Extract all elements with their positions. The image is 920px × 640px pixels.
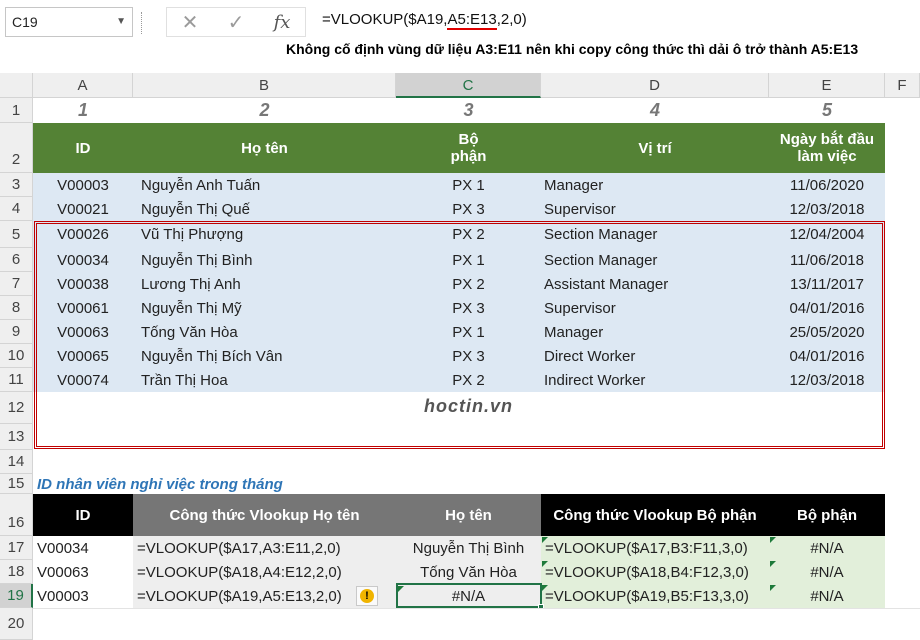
row-header-6[interactable]: 6 <box>0 248 33 272</box>
lookup-header-formula-dept[interactable]: Công thức Vlookup Bộ phận <box>541 494 769 536</box>
formula-range-highlight: A5:E13 <box>447 11 497 30</box>
lookup-header-name[interactable]: Họ tên <box>396 494 541 536</box>
header-dept[interactable]: Bộ phận <box>396 123 541 173</box>
row-header-7[interactable]: 7 <box>0 272 33 296</box>
col-header-f[interactable]: F <box>885 73 920 98</box>
employee-name[interactable]: Nguyễn Anh Tuấn <box>133 173 396 197</box>
lookup-name[interactable]: Tống Văn Hòa <box>396 560 541 584</box>
formula-bar[interactable]: =VLOOKUP($A19,A5:E13,2,0) <box>312 7 920 41</box>
separator <box>141 12 143 34</box>
select-all-corner[interactable] <box>0 73 33 98</box>
row-header-20[interactable]: 20 <box>0 608 33 640</box>
lookup-dept[interactable]: #N/A <box>769 584 885 608</box>
row-20-empty[interactable] <box>33 608 920 640</box>
cancel-icon[interactable]: ✕ <box>170 7 210 37</box>
lookup-id[interactable]: V00063 <box>33 560 133 584</box>
lookup-header-dept[interactable]: Bộ phận <box>769 494 885 536</box>
row-header-19[interactable]: 19 <box>0 584 33 608</box>
enter-icon[interactable]: ✓ <box>216 7 256 37</box>
lookup-dept[interactable]: #N/A <box>769 536 885 560</box>
employee-name[interactable]: Nguyễn Thị Quế <box>133 197 396 221</box>
col-header-d[interactable]: D <box>541 73 769 98</box>
col-number-1[interactable]: 1 <box>33 98 133 123</box>
col-number-3[interactable]: 3 <box>396 98 541 123</box>
row-header-13[interactable]: 13 <box>0 424 33 450</box>
lookup-dept[interactable]: #N/A <box>769 560 885 584</box>
lookup-f-name[interactable]: =VLOOKUP($A18,A4:E12,2,0) <box>133 560 396 584</box>
row-header-11[interactable]: 11 <box>0 368 33 392</box>
col-number-5[interactable]: 5 <box>769 98 885 123</box>
col-number-2[interactable]: 2 <box>133 98 396 123</box>
col-number-4[interactable]: 4 <box>541 98 769 123</box>
row-header-2[interactable]: 2 <box>0 123 33 173</box>
row-header-4[interactable]: 4 <box>0 197 33 221</box>
active-cell-c19[interactable] <box>396 583 542 608</box>
col-header-b[interactable]: B <box>133 73 396 98</box>
lookup-header-formula-name[interactable]: Công thức Vlookup Họ tên <box>133 494 396 536</box>
row-header-18[interactable]: 18 <box>0 560 33 584</box>
col-header-e[interactable]: E <box>769 73 885 98</box>
error-warning-icon[interactable]: ! <box>356 586 378 606</box>
lookup-id[interactable]: V00003 <box>33 584 133 608</box>
employee-id[interactable]: V00021 <box>33 197 133 221</box>
formula-suffix: ,2,0) <box>496 11 527 28</box>
row-header-3[interactable]: 3 <box>0 173 33 197</box>
row-header-5[interactable]: 5 <box>0 221 33 248</box>
employee-position[interactable]: Supervisor <box>541 197 769 221</box>
employee-dept[interactable]: PX 3 <box>396 197 541 221</box>
row-header-15[interactable]: 15 <box>0 474 33 494</box>
header-position[interactable]: Vị trí <box>541 123 769 173</box>
lookup-f-dept[interactable]: =VLOOKUP($A17,B3:F11,3,0) <box>541 536 769 560</box>
insert-function-icon[interactable]: fx <box>262 7 302 37</box>
lookup-id[interactable]: V00034 <box>33 536 133 560</box>
header-name[interactable]: Họ tên <box>133 123 396 173</box>
row-header-14[interactable]: 14 <box>0 450 33 474</box>
lookup-header-id[interactable]: ID <box>33 494 133 536</box>
col-header-c[interactable]: C <box>396 73 541 98</box>
header-date-line2: làm việc <box>797 148 857 165</box>
row-header-9[interactable]: 9 <box>0 320 33 344</box>
row-header-10[interactable]: 10 <box>0 344 33 368</box>
header-dept-line2: phận <box>450 148 487 165</box>
annotation-note: Không cố định vùng dữ liệu A3:E11 nên kh… <box>286 41 859 57</box>
chevron-down-icon[interactable]: ▼ <box>116 8 126 36</box>
lookup-f-name[interactable]: =VLOOKUP($A17,A3:E11,2,0) <box>133 536 396 560</box>
col-header-a[interactable]: A <box>33 73 133 98</box>
row-header-16[interactable]: 16 <box>0 494 33 536</box>
watermark: hoctin.vn <box>424 396 513 416</box>
lookup-name[interactable]: Nguyễn Thị Bình <box>396 536 541 560</box>
name-box-value: C19 <box>12 14 38 30</box>
header-start-date[interactable]: Ngày bắt đầu làm việc <box>769 123 885 173</box>
header-date-line1: Ngày bắt đầu <box>779 131 875 148</box>
employee-date[interactable]: 12/03/2018 <box>769 197 885 221</box>
header-dept-line1: Bộ <box>458 131 479 148</box>
name-box[interactable]: C19 ▼ <box>5 7 133 37</box>
row-header-17[interactable]: 17 <box>0 536 33 560</box>
lookup-f-dept[interactable]: =VLOOKUP($A19,B5:F13,3,0) <box>541 584 769 608</box>
employee-date[interactable]: 11/06/2020 <box>769 173 885 197</box>
lookup-f-dept[interactable]: =VLOOKUP($A18,B4:F12,3,0) <box>541 560 769 584</box>
section-title[interactable]: ID nhân viên nghỉ việc trong tháng <box>37 474 437 494</box>
row-header-1[interactable]: 1 <box>0 98 33 123</box>
row-header-8[interactable]: 8 <box>0 296 33 320</box>
row-header-12[interactable]: 12 <box>0 392 33 424</box>
employee-position[interactable]: Manager <box>541 173 769 197</box>
employee-dept[interactable]: PX 1 <box>396 173 541 197</box>
formula-prefix: =VLOOKUP($A19, <box>322 11 448 28</box>
employee-id[interactable]: V00003 <box>33 173 133 197</box>
header-id[interactable]: ID <box>33 123 133 173</box>
